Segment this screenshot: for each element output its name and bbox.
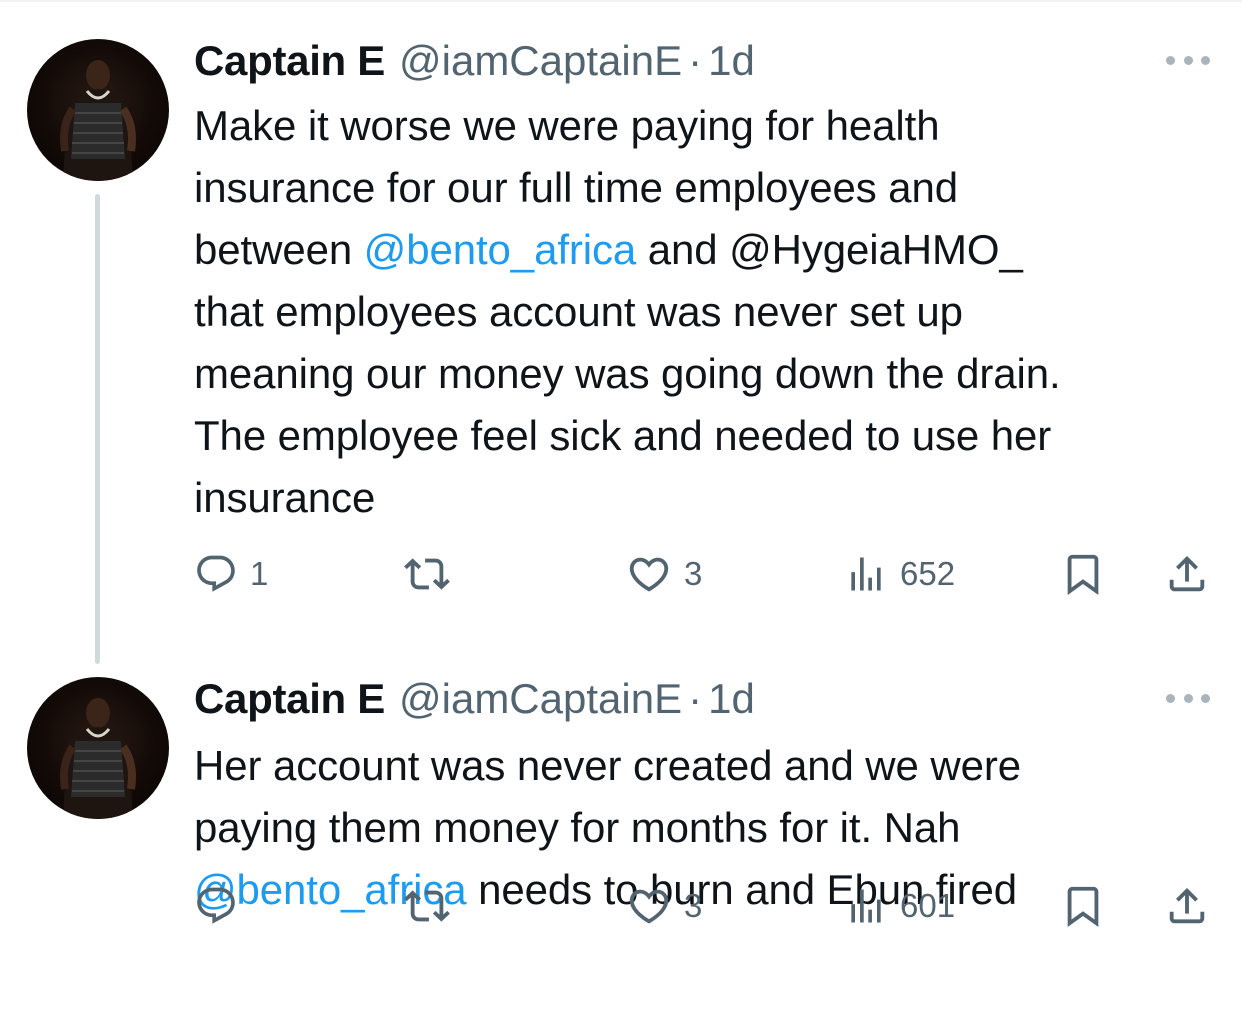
separator-dot: ·	[688, 675, 703, 722]
views-count: 601	[900, 887, 956, 924]
like-count: 3	[684, 887, 703, 924]
like-button[interactable]: 3	[626, 878, 702, 934]
views-icon	[851, 557, 881, 591]
tweet-text-segment: insurance	[194, 474, 376, 521]
tweet-text-segment: Her account was never created and we wer…	[194, 742, 1021, 789]
tweet-text-segment: meaning our money was going down the dra…	[194, 350, 1061, 397]
like-button[interactable]: 3	[626, 546, 702, 602]
reply-count: 1	[250, 555, 269, 592]
avatar[interactable]	[27, 39, 169, 181]
tweet-text-line: between @bento_africa and @HygeiaHMO_	[194, 219, 1204, 281]
tweet-text-line: insurance	[194, 467, 1204, 529]
like-count: 3	[684, 555, 703, 592]
reply-button[interactable]: 1	[194, 546, 268, 602]
tweet-text-segment: insurance for our full time employees an…	[194, 164, 958, 211]
tweet-text-segment: that employees account was never set up	[194, 288, 963, 335]
share-icon	[1169, 555, 1205, 592]
avatar[interactable]	[27, 677, 169, 819]
retweet-button[interactable]	[404, 546, 462, 602]
retweet-button[interactable]	[404, 878, 462, 934]
display-name[interactable]: Captain E	[194, 674, 385, 724]
bookmark-button[interactable]	[1060, 546, 1106, 602]
tweet[interactable]: Captain E @iamCaptainE · 1d Her account …	[0, 640, 1242, 1026]
timestamp[interactable]: 1d	[708, 674, 755, 724]
display-name[interactable]: Captain E	[194, 36, 385, 86]
more-dot	[1183, 693, 1193, 703]
reply-icon	[197, 555, 235, 592]
action-bar: 3 601	[194, 878, 1214, 934]
separator-dot: ·	[688, 37, 703, 84]
mention-link[interactable]: @bento_africa	[364, 226, 637, 273]
tweet-text-segment: Make it worse we were paying for health	[194, 102, 940, 149]
timestamp[interactable]: 1d	[708, 36, 755, 86]
share-button[interactable]	[1164, 546, 1210, 602]
tweet-text-segment: paying them money for months for it. Nah	[194, 804, 961, 851]
tweet-text-segment: and @HygeiaHMO_	[636, 226, 1023, 273]
tweet-header: Captain E @iamCaptainE · 1d	[194, 36, 755, 86]
tweet[interactable]: Captain E @iamCaptainE · 1d Make it wors…	[0, 0, 1242, 664]
more-dot	[1201, 55, 1210, 65]
tweet-text-line: meaning our money was going down the dra…	[194, 343, 1204, 405]
more-dot	[1183, 55, 1193, 65]
more-dot	[1201, 693, 1210, 703]
tweet-text-segment: between	[194, 226, 364, 273]
tweet-text-line: paying them money for months for it. Nah	[194, 797, 1204, 859]
bookmark-button[interactable]	[1060, 878, 1106, 934]
thread-connector	[95, 194, 100, 664]
action-bar: 1 3 652	[194, 546, 1214, 602]
reply-icon	[197, 887, 235, 924]
heart-icon	[629, 889, 669, 924]
tweet-text-line: that employees account was never set up	[194, 281, 1204, 343]
retweet-icon	[404, 558, 450, 590]
tweet-text-line: insurance for our full time employees an…	[194, 157, 1204, 219]
more-icon[interactable]	[1166, 50, 1210, 70]
user-handle[interactable]: @iamCaptainE	[399, 674, 682, 724]
more-dot	[1166, 55, 1175, 65]
share-button[interactable]	[1164, 878, 1210, 934]
views-icon	[851, 889, 881, 923]
avatar-photo	[60, 60, 136, 181]
retweet-icon	[404, 890, 450, 922]
views-count: 652	[900, 555, 956, 592]
share-icon	[1169, 887, 1205, 924]
bookmark-icon	[1067, 886, 1099, 927]
bookmark-icon	[1067, 554, 1099, 595]
tweet-text-line: The employee feel sick and needed to use…	[194, 405, 1204, 467]
more-icon[interactable]	[1166, 688, 1210, 708]
tweet-text-line: Make it worse we were paying for health	[194, 95, 1204, 157]
heart-icon	[629, 557, 669, 592]
more-dot	[1166, 693, 1175, 703]
tweet-text-segment: The employee feel sick and needed to use…	[194, 412, 1052, 459]
avatar-photo	[60, 698, 136, 819]
tweet-text: Make it worse we were paying for health i…	[194, 95, 1204, 529]
tweet-header: Captain E @iamCaptainE · 1d	[194, 674, 755, 724]
user-handle[interactable]: @iamCaptainE	[399, 36, 682, 86]
views-button[interactable]: 652	[844, 546, 955, 602]
tweet-text-line: Her account was never created and we wer…	[194, 735, 1204, 797]
views-button[interactable]: 601	[844, 878, 955, 934]
reply-button[interactable]	[194, 878, 250, 934]
